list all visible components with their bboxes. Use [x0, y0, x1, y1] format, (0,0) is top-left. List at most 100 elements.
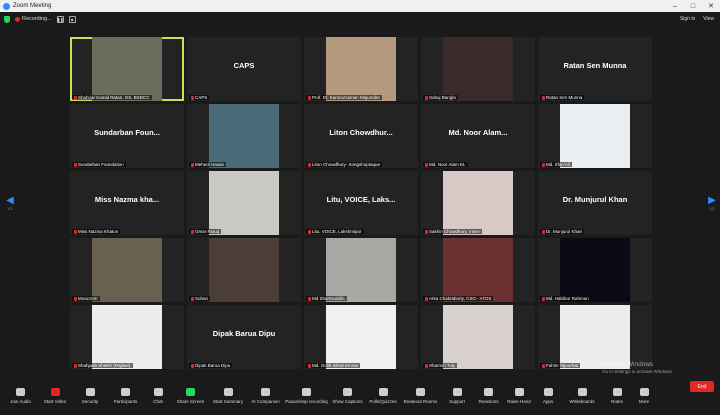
participant-tile[interactable]: Sharmin Tuly — [421, 305, 535, 369]
participant-tile[interactable]: Fahim Tajnurhat — [538, 305, 652, 369]
mic-muted-icon — [74, 363, 77, 368]
participant-tile[interactable]: Miss Nazma kha... Miss Nazma Khatun — [70, 171, 184, 235]
chat-label: Chat — [153, 398, 163, 404]
notes-button[interactable]: Notes — [602, 382, 632, 410]
mic-muted-icon — [308, 162, 311, 167]
participant-name-label: Sobuj Bangla — [423, 95, 458, 100]
next-page-control[interactable]: ▶ 1/2 — [706, 195, 718, 219]
participant-video — [560, 238, 630, 302]
participant-tile[interactable]: Sohan — [187, 238, 301, 302]
share-screen-button[interactable]: Share Screen — [172, 382, 209, 410]
mic-muted-icon — [542, 229, 545, 234]
participant-tile[interactable]: Md. Golib Ishrat Emran — [304, 305, 418, 369]
security-button[interactable]: Security — [73, 382, 107, 410]
participant-tile[interactable]: Moazzem — [70, 238, 184, 302]
participant-display-name: Md. Noor Alam... — [448, 128, 508, 137]
participant-tile[interactable]: Mehedi Hasan — [187, 104, 301, 168]
participant-tile[interactable]: Litu, VOICE, Laks... Litu, VOICE, Lakshmi… — [304, 171, 418, 235]
whiteboards-button[interactable]: Whiteboards — [562, 382, 602, 410]
participants-button[interactable]: Participants — [107, 382, 144, 410]
chevron-left-icon[interactable]: ◀ — [6, 195, 14, 206]
participant-tile[interactable]: Ratan Sen Munna Ratan Sen Munna — [538, 37, 652, 101]
prev-page-control[interactable]: ◀ 1/2 — [4, 195, 16, 219]
participant-video — [209, 104, 279, 168]
participant-tile[interactable]: Shahriar Kamal Ratan, GS, BSDCC — [70, 37, 184, 101]
show-captions-label: Show Captions — [332, 398, 363, 404]
mic-muted-icon — [308, 296, 311, 301]
participant-tile[interactable]: Md Shamsuddin — [304, 238, 418, 302]
polls-quizzes-button[interactable]: Polls/Quizzes — [366, 382, 400, 410]
join-audio-button[interactable]: Join Audio — [4, 382, 37, 410]
participant-tile[interactable]: Md. Noor Alam... Md. Noor Alam EL — [421, 104, 535, 168]
security-icon — [85, 387, 95, 396]
stop-recording-icon[interactable]: ■ — [68, 15, 76, 23]
pause-stop-recording-button[interactable]: Pause/stop recording — [284, 382, 329, 410]
page-indicator-left: 1/2 — [7, 206, 13, 211]
raise-hand-label: Raise Hand — [507, 398, 531, 404]
participant-video — [443, 37, 513, 101]
participant-name-text: Md Shamsuddin — [312, 296, 345, 301]
participant-video — [560, 305, 630, 369]
participant-tile[interactable]: Omar Faruq — [187, 171, 301, 235]
meeting-topbar: Recording... ❚❚ ■ — [0, 12, 720, 26]
pause-recording-icon[interactable]: ❚❚ — [56, 15, 64, 23]
chat-button[interactable]: Chat — [144, 382, 172, 410]
participant-tile[interactable]: Md. Habibur Rahman — [538, 238, 652, 302]
participant-display-name: Sundarban Foun... — [94, 128, 160, 137]
reactions-button[interactable]: Reactions — [473, 382, 504, 410]
encryption-shield-icon[interactable] — [4, 15, 10, 23]
participant-tile[interactable]: Sobuj Bangla — [421, 37, 535, 101]
minimize-icon[interactable]: – — [666, 0, 684, 12]
participant-display-name: Miss Nazma kha... — [94, 195, 160, 204]
participant-tile[interactable]: Sakhin Chowdhury, Intern — [421, 171, 535, 235]
participant-tile[interactable]: Md. Irfan Ali — [538, 104, 652, 168]
participant-tile[interactable]: Dipak Barua Dipu Dipak Barua Dipu — [187, 305, 301, 369]
meeting-toolbar: Join Audio Start Video Security Participant… — [0, 376, 720, 415]
participant-tile[interactable]: Dr. Munjurul Khan Dr. Munjurul Khan — [538, 171, 652, 235]
participant-tile[interactable]: Arka Chakraborty, CSO - ATDS — [421, 238, 535, 302]
participant-name-label: Sakhin Chowdhury, Intern — [423, 229, 483, 234]
participant-display-name: Litu, VOICE, Laks... — [326, 195, 396, 204]
notes-icon — [612, 387, 622, 396]
participant-name-label: Md. Noor Alam EL — [423, 162, 468, 167]
join-audio-label: Join Audio — [10, 398, 31, 404]
ai-companion-button[interactable]: AI Companion — [247, 382, 284, 410]
start-video-label: Start Video — [43, 398, 67, 404]
breakout-rooms-button[interactable]: Breakout Rooms — [400, 382, 441, 410]
participant-name-label: Liton Chowdhury- Songshoptaque — [306, 162, 383, 167]
close-icon[interactable]: ✕ — [702, 0, 720, 12]
show-captions-button[interactable]: Show Captions — [329, 382, 366, 410]
participant-tile[interactable]: Shahjada Sheikh (Rajbari) — [70, 305, 184, 369]
whiteboards-label: Whiteboards — [569, 398, 595, 404]
more-button[interactable]: More — [632, 382, 656, 410]
recording-indicator: Recording... — [15, 16, 52, 22]
participant-name-text: Sobuj Bangla — [429, 95, 456, 100]
participant-name-text: Shahriar Kamal Ratan, GS, BSDCC — [78, 95, 150, 100]
end-meeting-button[interactable]: End — [690, 381, 714, 392]
sign-in-link[interactable]: Sign in — [680, 16, 695, 22]
participant-tile[interactable]: Sundarban Foun... Sundarban Foundation — [70, 104, 184, 168]
raise-hand-button[interactable]: Raise Hand — [504, 382, 534, 410]
participant-name-label: Sundarban Foundation — [72, 162, 126, 167]
participant-name-label: Prof. Dr. Kamruzzaman Majumder — [306, 95, 383, 100]
support-button[interactable]: Support — [441, 382, 473, 410]
start-summary-button[interactable]: Start Summary — [209, 382, 247, 410]
participant-name-text: Ratan Sen Munna — [546, 95, 583, 100]
participant-name-text: Sharmin Tuly — [429, 363, 456, 368]
start-video-button[interactable]: Start Video — [37, 382, 73, 410]
more-label: More — [638, 398, 650, 404]
chevron-right-icon[interactable]: ▶ — [708, 195, 716, 206]
apps-label: Apps — [542, 398, 554, 404]
participant-display-name: Dipak Barua Dipu — [212, 329, 276, 338]
gallery-grid: Shahriar Kamal Ratan, GS, BSDCC CAPS CAPS P… — [70, 37, 655, 372]
participant-tile[interactable]: Prof. Dr. Kamruzzaman Majumder — [304, 37, 418, 101]
participant-tile[interactable]: Liton Chowdhur... Liton Chowdhury- Songsh… — [304, 104, 418, 168]
participant-tile[interactable]: CAPS CAPS — [187, 37, 301, 101]
participant-video — [92, 238, 162, 302]
whiteboards-icon — [577, 387, 587, 396]
maximize-icon[interactable]: □ — [684, 0, 702, 12]
participant-name-text: Arka Chakraborty, CSO - ATDS — [429, 296, 492, 301]
participant-name-label: Moazzem — [72, 296, 100, 301]
apps-button[interactable]: Apps — [534, 382, 562, 410]
view-button[interactable]: View — [703, 16, 714, 22]
